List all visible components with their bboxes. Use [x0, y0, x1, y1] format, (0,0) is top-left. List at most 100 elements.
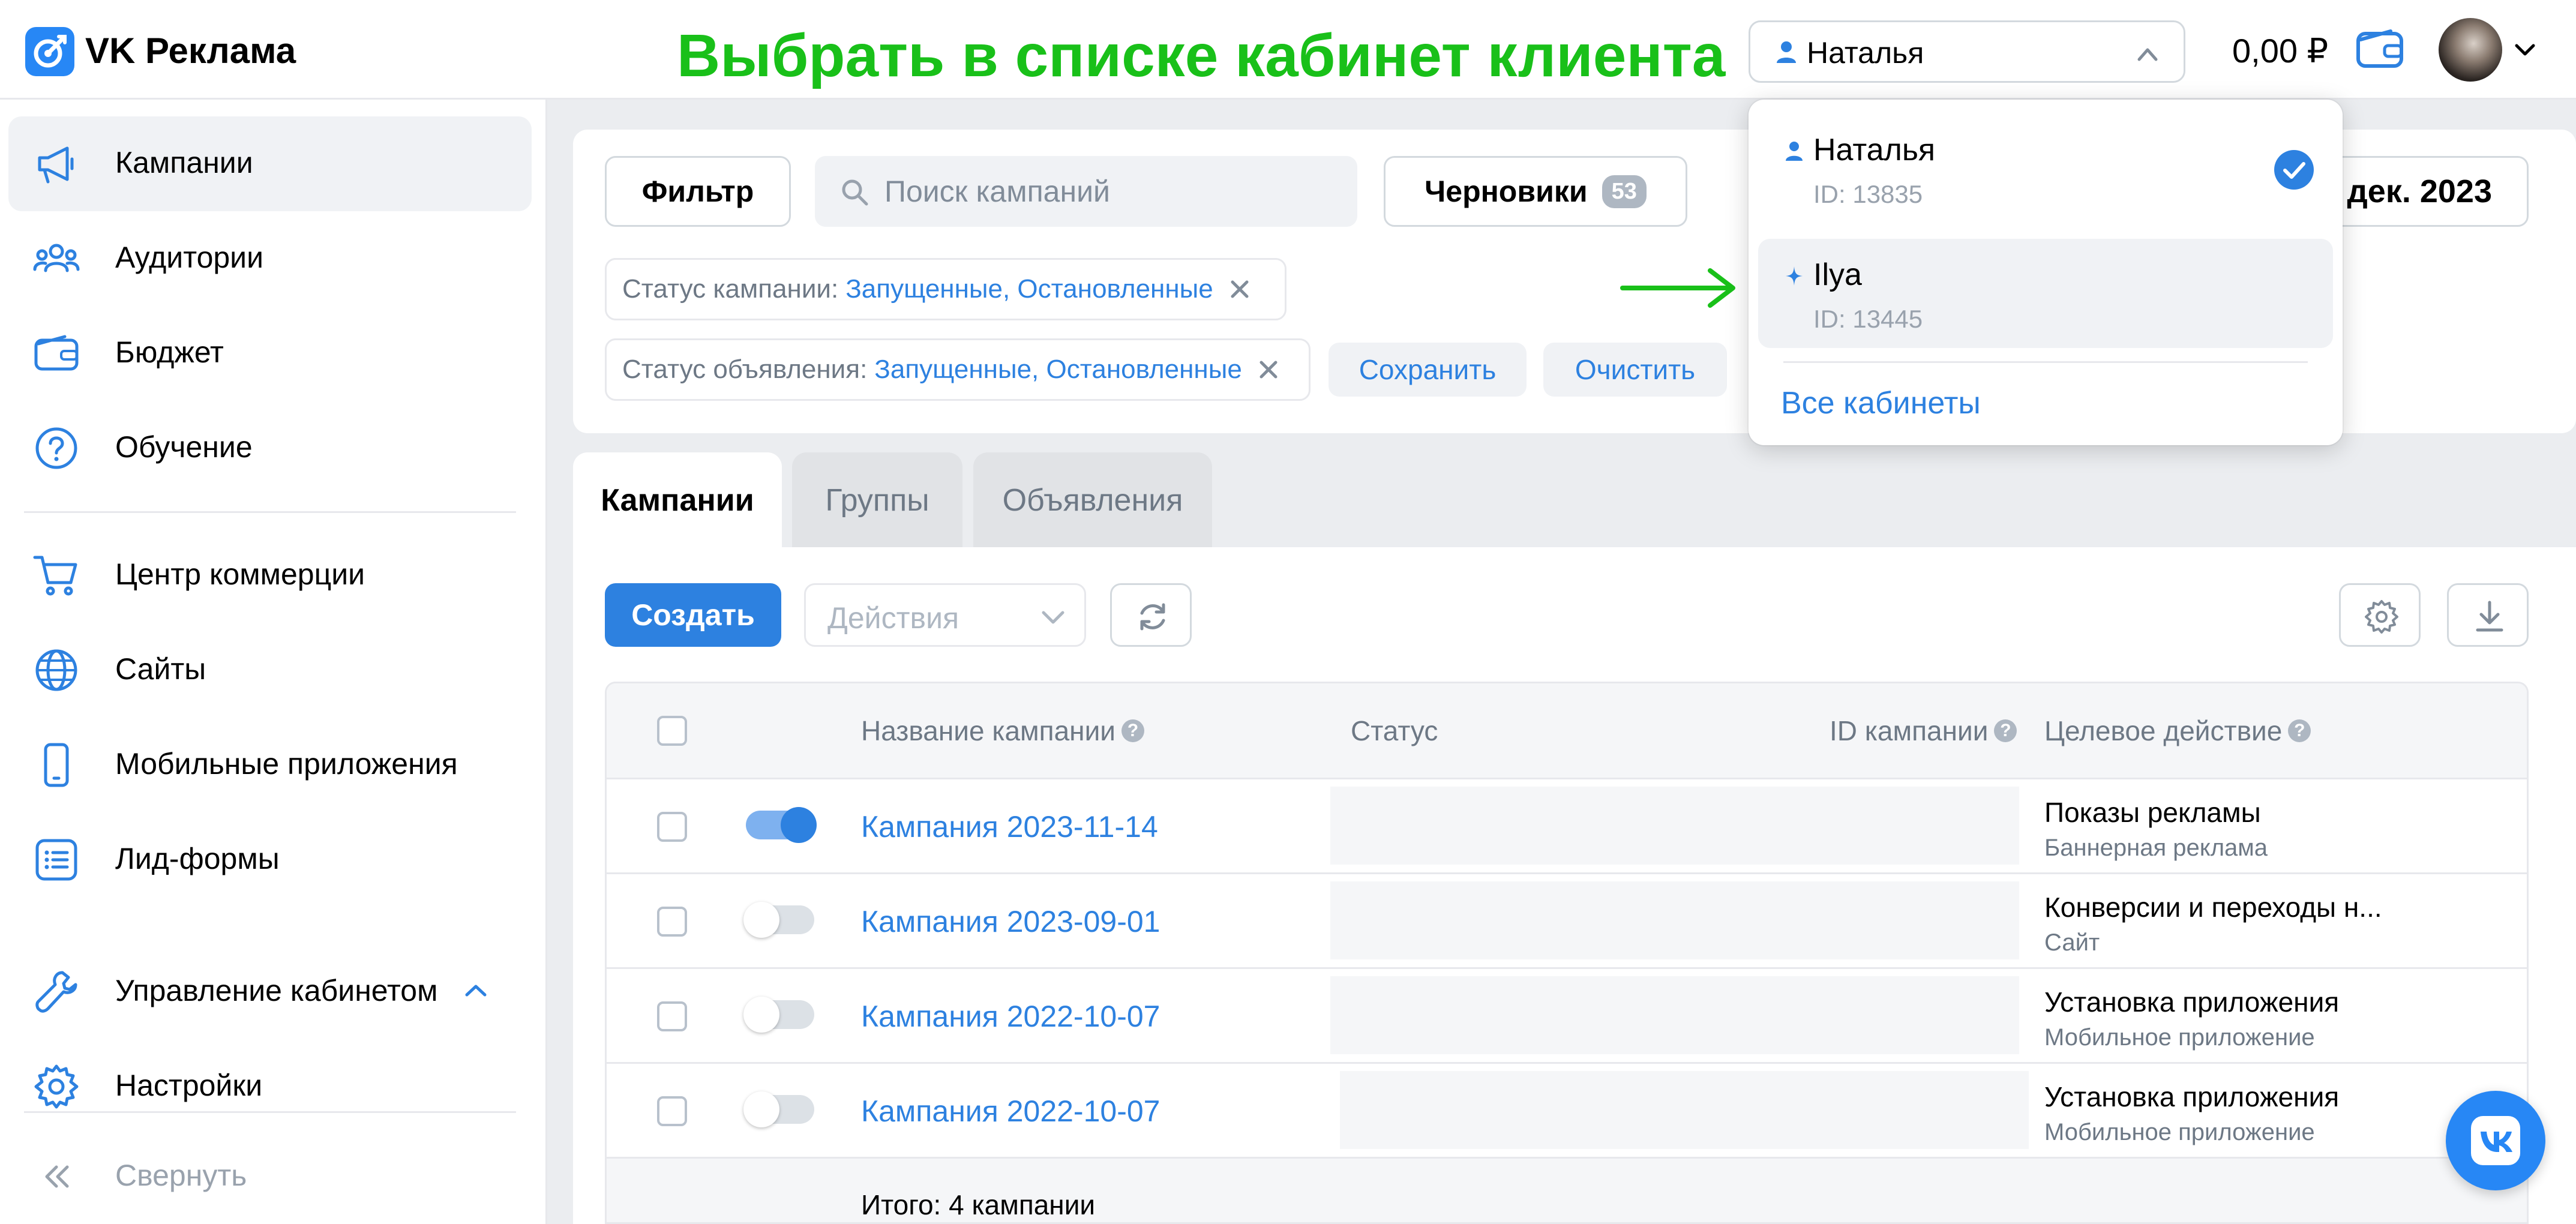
megaphone-icon	[38, 146, 74, 184]
search-field[interactable]	[815, 156, 1357, 227]
sidebar-item-commerce[interactable]: Центр коммерции	[8, 528, 532, 623]
sidebar-item-label: Лид-формы	[115, 842, 280, 875]
cart-icon	[33, 556, 77, 596]
gear-icon	[2365, 600, 2398, 634]
balance[interactable]: 0,00 ₽	[2232, 31, 2328, 71]
campaign-name-link[interactable]: Кампания 2023-09-01	[861, 904, 1160, 939]
column-header-id[interactable]: ID кампании?	[1830, 715, 2017, 747]
column-header-name[interactable]: Название кампании?	[861, 715, 1144, 747]
tab-campaigns[interactable]: Кампании	[573, 452, 782, 548]
campaign-name-link[interactable]: Кампания 2022-10-07	[861, 999, 1160, 1034]
sidebar-item-mobile-apps[interactable]: Мобильные приложения	[8, 718, 532, 812]
download-button[interactable]	[2447, 583, 2529, 647]
sidebar-item-label: Кампании	[115, 146, 253, 179]
row-checkbox[interactable]	[657, 1096, 687, 1126]
create-button[interactable]: Создать	[605, 583, 781, 647]
sidebar-item-label: Мобильные приложения	[115, 747, 458, 781]
sidebar-item-campaigns[interactable]: Кампании	[8, 116, 532, 211]
account-option-natalya[interactable]: Наталья ID: 13835	[1758, 114, 2333, 223]
list-icon	[35, 839, 77, 881]
table-footer: Итого: 4 кампании	[607, 1159, 2527, 1222]
refresh-icon	[1140, 603, 1165, 631]
status-cell	[1330, 976, 2019, 1054]
chevron-up-icon	[465, 985, 487, 997]
table-row[interactable]: Кампания 2023-11-14 Показы рекламы Банне…	[607, 779, 2527, 874]
close-icon[interactable]	[1229, 278, 1250, 300]
sidebar-divider	[24, 511, 516, 513]
account-id: ID: 13835	[1813, 180, 1923, 208]
phone-icon	[44, 743, 69, 787]
clear-filter-button[interactable]: Очистить	[1543, 343, 1727, 397]
sidebar-item-account-management[interactable]: Управление кабинетом	[8, 944, 532, 1039]
drafts-button[interactable]: Черновики 53	[1384, 156, 1687, 227]
avatar[interactable]	[2439, 18, 2502, 82]
table-row[interactable]: Кампания 2022-10-07 Установка приложения…	[607, 969, 2527, 1064]
campaign-toggle[interactable]	[743, 997, 814, 1033]
chip-label: Статус объявления:	[622, 355, 868, 384]
table-row[interactable]: Кампания 2023-09-01 Конверсии и переходы…	[607, 874, 2527, 969]
sidebar-item-settings[interactable]: Настройки	[8, 1039, 532, 1134]
checkmark-circle-icon	[2274, 150, 2314, 190]
campaign-name-link[interactable]: Кампания 2023-11-14	[861, 809, 1158, 844]
sidebar-item-sites[interactable]: Сайты	[8, 623, 532, 718]
account-selector[interactable]: Наталья	[1749, 20, 2185, 83]
select-all-checkbox[interactable]	[657, 716, 687, 746]
sidebar-divider	[24, 1111, 516, 1113]
actions-select[interactable]: Действия	[804, 583, 1086, 647]
sidebar-item-label: Настройки	[115, 1069, 263, 1102]
tab-ads[interactable]: Объявления	[973, 452, 1212, 548]
filter-button[interactable]: Фильтр	[605, 156, 791, 227]
sidebar-item-lead-forms[interactable]: Лид-формы	[8, 812, 532, 907]
sidebar-item-audiences[interactable]: Аудитории	[8, 211, 532, 306]
annotation-text: Выбрать в списке кабинет клиента	[677, 22, 1726, 89]
all-accounts-link[interactable]: Все кабинеты	[1781, 385, 1981, 421]
download-icon	[2476, 601, 2503, 632]
sidebar-collapse-button[interactable]: Свернуть	[8, 1129, 532, 1224]
sidebar-item-budget[interactable]: Бюджет	[8, 306, 532, 401]
vk-support-button[interactable]	[2446, 1091, 2545, 1190]
row-checkbox[interactable]	[657, 1001, 687, 1031]
campaign-toggle[interactable]	[743, 902, 814, 938]
column-header-status[interactable]: Статус	[1351, 715, 1438, 747]
vk-ads-logo-icon[interactable]	[25, 27, 74, 76]
wallet-icon	[34, 335, 79, 371]
refresh-button[interactable]	[1110, 583, 1192, 647]
campaign-name-link[interactable]: Кампания 2022-10-07	[861, 1094, 1160, 1129]
actions-select-label: Действия	[827, 601, 959, 635]
target-action-sub: Баннерная реклама	[2044, 835, 2268, 861]
chip-value[interactable]: Запущенные, Остановленные	[874, 355, 1242, 385]
table-settings-button[interactable]	[2339, 583, 2421, 647]
row-checkbox[interactable]	[657, 907, 687, 937]
chevron-up-icon	[2137, 48, 2158, 61]
save-filter-button[interactable]: Сохранить	[1329, 343, 1527, 397]
wallet-icon[interactable]	[2356, 28, 2404, 70]
status-cell	[1330, 787, 2019, 865]
sidebar-item-learning[interactable]: Обучение	[8, 401, 532, 496]
double-chevron-left-icon	[45, 1165, 69, 1188]
column-header-target-action[interactable]: Целевое действие?	[2044, 715, 2311, 747]
target-action-sub: Мобильное приложение	[2044, 1024, 2315, 1051]
table-row[interactable]: Кампания 2022-10-07 Установка приложения…	[607, 1064, 2527, 1159]
users-icon	[33, 244, 80, 272]
campaign-toggle[interactable]	[746, 807, 817, 843]
sidebar-item-label: Аудитории	[115, 241, 264, 274]
toggle-knob	[743, 997, 779, 1033]
help-circle-icon	[35, 427, 77, 469]
sparkle-icon	[1786, 266, 1803, 286]
campaign-toggle[interactable]	[743, 1091, 814, 1127]
target-action-sub: Мобильное приложение	[2044, 1119, 2315, 1145]
row-checkbox[interactable]	[657, 812, 687, 842]
chevron-down-icon[interactable]	[2514, 42, 2536, 58]
help-icon[interactable]: ?	[2288, 719, 2311, 742]
help-icon[interactable]: ?	[1121, 719, 1144, 742]
account-option-ilya[interactable]: Ilya ID: 13445	[1758, 239, 2333, 348]
toggle-knob	[743, 902, 779, 938]
help-icon[interactable]: ?	[1994, 719, 2017, 742]
table-header: Название кампании? Статус ID кампании? Ц…	[607, 683, 2527, 779]
status-cell	[1340, 1071, 2029, 1149]
search-input[interactable]	[884, 168, 1341, 215]
tab-groups[interactable]: Группы	[792, 452, 962, 548]
column-header-label: Целевое действие	[2044, 715, 2283, 746]
chip-value[interactable]: Запущенные, Остановленные	[845, 274, 1213, 304]
close-icon[interactable]	[1258, 359, 1279, 380]
